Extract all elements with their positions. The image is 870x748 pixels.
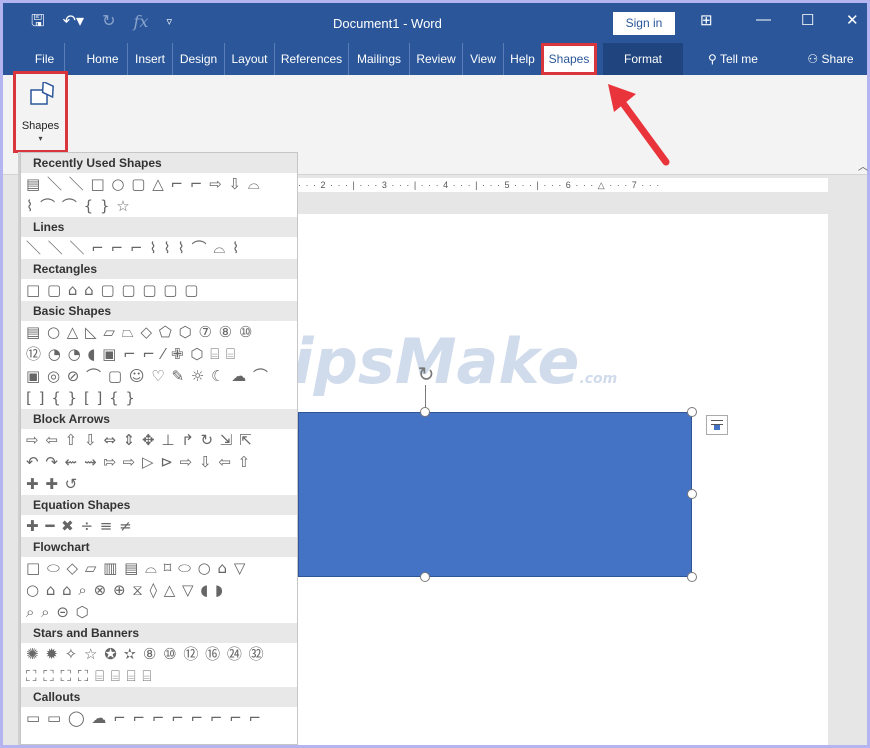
ribbon-display-icon[interactable]: ⊞ xyxy=(700,11,713,29)
gallery-section-header: Flowchart xyxy=(21,537,297,557)
gallery-section-header: Rectangles xyxy=(21,259,297,279)
redo-icon[interactable]: ↻ xyxy=(102,13,115,31)
gallery-shape-row[interactable]: ✚ ✚ ↺ xyxy=(21,473,297,495)
gallery-shape-row[interactable]: □ ⬭ ◇ ▱ ▥ ▤ ⌓ ⌑ ⬭ ○ ⌂ ▽ xyxy=(21,557,297,579)
tab-references[interactable]: References xyxy=(275,43,349,75)
tab-insert[interactable]: Insert xyxy=(128,43,173,75)
title-bar: 🖫 ↶▾ ↻ fx ▿ Document1 - Word Sign in ⊞ —… xyxy=(3,3,867,43)
person-icon: ⚇ xyxy=(807,52,819,66)
gallery-shape-row[interactable]: ▤ ＼ ＼ □ ○ ▢ △ ⌐ ⌐ ⇨ ⇩ ⌓ xyxy=(21,173,297,195)
watermark-suffix: .com xyxy=(579,371,618,387)
save-icon[interactable]: 🖫 xyxy=(31,13,45,31)
gallery-section-header: Callouts xyxy=(21,687,297,707)
quick-access-toolbar: 🖫 ↶▾ ↻ fx ▿ xyxy=(31,13,172,31)
gallery-section-header: Basic Shapes xyxy=(21,301,297,321)
collapse-ribbon-icon[interactable]: ︿ xyxy=(858,158,868,173)
share-label: Share xyxy=(821,52,854,66)
gallery-shape-row[interactable]: ✚ ━ ✖ ÷ ≡ ≠ xyxy=(21,515,297,537)
shapes-gallery-dropdown: Recently Used Shapes ▤ ＼ ＼ □ ○ ▢ △ ⌐ ⌐ ⇨ … xyxy=(20,152,298,745)
resize-handle-middle-right[interactable] xyxy=(687,489,697,499)
shapes-gallery-button[interactable]: Shapes ▾ xyxy=(13,71,68,153)
rotate-handle-icon[interactable]: ↻ xyxy=(413,362,439,388)
sign-in-button[interactable]: Sign in xyxy=(613,12,675,35)
red-annotation-arrow xyxy=(608,84,670,166)
document-title: Document1 - Word xyxy=(333,16,442,31)
lightbulb-icon: ⚲ xyxy=(708,52,717,66)
gallery-section-header: Recently Used Shapes xyxy=(21,153,297,173)
tell-me-label: Tell me xyxy=(719,52,758,66)
gallery-shape-row[interactable]: □ ▢ ⌂ ⌂ ▢ ▢ ▢ ▢ ▢ xyxy=(21,279,297,301)
gallery-shape-row[interactable]: ＼ ＼ ＼ ⌐ ⌐ ⌐ ⌇ ⌇ ⌇ ⌒ ⌓ ⌇ xyxy=(21,237,297,259)
resize-handle-bottom-middle[interactable] xyxy=(420,572,430,582)
gallery-shape-row[interactable]: ⛶ ⛶ ⛶ ⛶ ⌸ ⌸ ⌸ ⌸ xyxy=(21,665,297,687)
gallery-shape-row[interactable]: [ ] { } [ ] { } xyxy=(21,387,297,409)
resize-handle-top-right[interactable] xyxy=(687,407,697,417)
layout-options-icon[interactable] xyxy=(706,415,728,435)
customize-icon[interactable]: ▿ xyxy=(166,13,172,31)
gallery-section-header: Stars and Banners xyxy=(21,623,297,643)
tab-view[interactable]: View xyxy=(463,43,504,75)
gallery-shape-row[interactable]: ○ ⌂ ⌂ ⌕ ⊗ ⊕ ⧖ ◊ △ ▽ ◖ ◗ xyxy=(21,579,297,601)
gallery-shape-row[interactable]: ⇨ ⇦ ⇧ ⇩ ⇔ ⇕ ✥ ⊥ ↱ ↻ ⇲ ⇱ xyxy=(21,429,297,451)
gallery-shape-row[interactable]: ▤ ○ △ ◺ ▱ ⏢ ◇ ⬠ ⬡ ⑦ ⑧ ⑩ xyxy=(21,321,297,343)
tab-format[interactable]: Format xyxy=(603,43,683,75)
chevron-down-icon: ▾ xyxy=(38,134,43,143)
horizontal-ruler[interactable]: · · · 2 · · · | · · · 3 · · · | · · · 4 … xyxy=(298,178,828,192)
undo-icon[interactable]: ↶▾ xyxy=(63,13,84,31)
gallery-shape-row[interactable]: ▭ ▭ ◯ ☁ ⌐ ⌐ ⌐ ⌐ ⌐ ⌐ ⌐ ⌐ xyxy=(21,707,297,729)
rectangle-shape[interactable] xyxy=(298,412,692,577)
resize-handle-bottom-right[interactable] xyxy=(687,572,697,582)
gallery-section-header: Block Arrows xyxy=(21,409,297,429)
gallery-shape-row[interactable]: ⌇ ⌒ ⌒ { } ☆ xyxy=(21,195,297,217)
tab-help[interactable]: Help xyxy=(504,43,541,75)
shapes-icon xyxy=(30,82,54,105)
fx-label[interactable]: fx xyxy=(133,13,148,31)
gallery-shape-row[interactable]: ▣ ◎ ⊘ ⌒ ▢ ☺ ♡ ✎ ☼ ☾ ☁ ⌒ xyxy=(21,365,297,387)
gallery-section-header: Equation Shapes xyxy=(21,495,297,515)
tab-shapes[interactable]: Shapes xyxy=(541,43,597,75)
tab-mailings[interactable]: Mailings xyxy=(349,43,410,75)
gallery-shape-row[interactable]: ↶ ↷ ⇜ ⇝ ⇰ ⇨ ▷ ⊳ ⇨ ⇩ ⇦ ⇧ xyxy=(21,451,297,473)
tab-layout[interactable]: Layout xyxy=(225,43,275,75)
tell-me-search[interactable]: ⚲ Tell me xyxy=(693,43,773,75)
gallery-shape-row[interactable]: ⑫ ◔ ◔ ◖ ▣ ⌐ ⌐ ⁄ ✙ ⬡ ⌸ ⌸ xyxy=(21,343,297,365)
tab-home[interactable]: Home xyxy=(78,43,128,75)
gallery-section-header: Lines xyxy=(21,217,297,237)
minimize-icon[interactable]: — xyxy=(756,11,771,28)
shapes-button-label: Shapes xyxy=(21,120,60,132)
maximize-icon[interactable]: ☐ xyxy=(801,11,814,29)
ribbon-tabs: File Home Insert Design Layout Reference… xyxy=(3,43,867,75)
resize-handle-top-middle[interactable] xyxy=(420,407,430,417)
share-button[interactable]: ⚇ Share xyxy=(798,43,863,75)
close-icon[interactable]: ✕ xyxy=(846,11,859,29)
gallery-shape-row[interactable]: ⌕ ⌕ ⊝ ⬡ xyxy=(21,601,297,623)
tab-design[interactable]: Design xyxy=(173,43,225,75)
tab-review[interactable]: Review xyxy=(410,43,463,75)
gallery-shape-row[interactable]: ✺ ✹ ✧ ☆ ✪ ✫ ⑧ ⑩ ⑫ ⑯ ㉔ ㉜ xyxy=(21,643,297,665)
